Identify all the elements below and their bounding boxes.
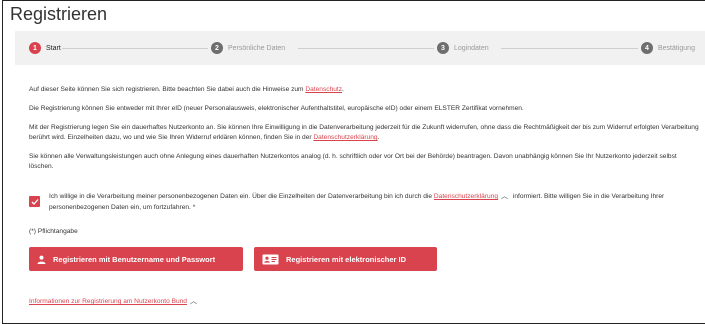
consent-checkbox[interactable] — [29, 196, 40, 207]
user-icon — [37, 255, 46, 264]
step-confirmation: 4 Bestätigung — [641, 42, 695, 54]
step-label: Bestätigung — [658, 44, 695, 52]
id-card-icon — [262, 254, 279, 265]
info-row: Informationen zur Registrierung am Nutze… — [29, 296, 200, 306]
registration-panel: Registrieren 1 Start 2 Persönliche Daten… — [2, 0, 705, 324]
page-title: Registrieren — [10, 4, 108, 24]
consent-row: Ich willige in die Verarbeitung meiner p… — [29, 191, 699, 213]
step-start: 1 Start — [29, 42, 61, 54]
step-number: 3 — [437, 42, 449, 54]
step-number: 1 — [29, 42, 41, 54]
step-label: Persönliche Daten — [228, 44, 286, 52]
checkmark-icon — [31, 198, 38, 205]
step-number: 4 — [641, 42, 653, 54]
consent-text-span: Ich willige in die Verarbeitung meiner p… — [49, 193, 434, 200]
intro-text-span: . — [377, 134, 380, 141]
intro-text: Auf dieser Seite können Sie sich registr… — [29, 85, 699, 181]
privacy-policy-link[interactable]: Datenschutzerklärung — [313, 134, 377, 141]
chevron-up-icon[interactable]: ︿ — [187, 298, 200, 305]
intro-paragraph: Die Registrierung können Sie entweder mi… — [29, 105, 524, 112]
intro-text-span: Auf dieser Seite können Sie sich registr… — [29, 86, 306, 93]
button-label: Registrieren mit Benutzername und Passwo… — [53, 254, 216, 264]
intro-paragraph: Sie können alle Verwaltungsleistungen au… — [29, 153, 677, 170]
consent-privacy-link[interactable]: Datenschutzerklärung — [434, 193, 498, 200]
privacy-link[interactable]: Datenschutz — [305, 86, 342, 93]
button-label: Registrieren mit elektronischer ID — [286, 254, 407, 264]
chevron-up-icon[interactable]: ︿ — [498, 193, 511, 200]
step-login-data: 3 Logindaten — [437, 42, 489, 54]
register-username-button[interactable]: Registrieren mit Benutzername und Passwo… — [29, 247, 243, 271]
step-personal-data: 2 Persönliche Daten — [211, 42, 285, 54]
register-eid-button[interactable]: Registrieren mit elektronischer ID — [254, 247, 437, 271]
step-label: Logindaten — [454, 44, 489, 52]
intro-text-span: . — [342, 86, 344, 93]
required-note: (*) Pflichtangabe — [29, 228, 78, 235]
step-label: Start — [46, 44, 61, 52]
intro-paragraph: Mit der Registrierung legen Sie ein daue… — [29, 123, 699, 143]
progress-stepper: 1 Start 2 Persönliche Daten 3 Logindaten… — [15, 31, 705, 65]
registration-info-link[interactable]: Informationen zur Registrierung am Nutze… — [29, 298, 187, 305]
step-number: 2 — [211, 42, 223, 54]
step-connector — [62, 48, 208, 49]
step-connector — [298, 48, 434, 49]
consent-label: Ich willige in die Verarbeitung meiner p… — [49, 191, 699, 213]
step-connector — [501, 48, 638, 49]
intro-paragraph: Auf dieser Seite können Sie sich registr… — [29, 85, 699, 95]
